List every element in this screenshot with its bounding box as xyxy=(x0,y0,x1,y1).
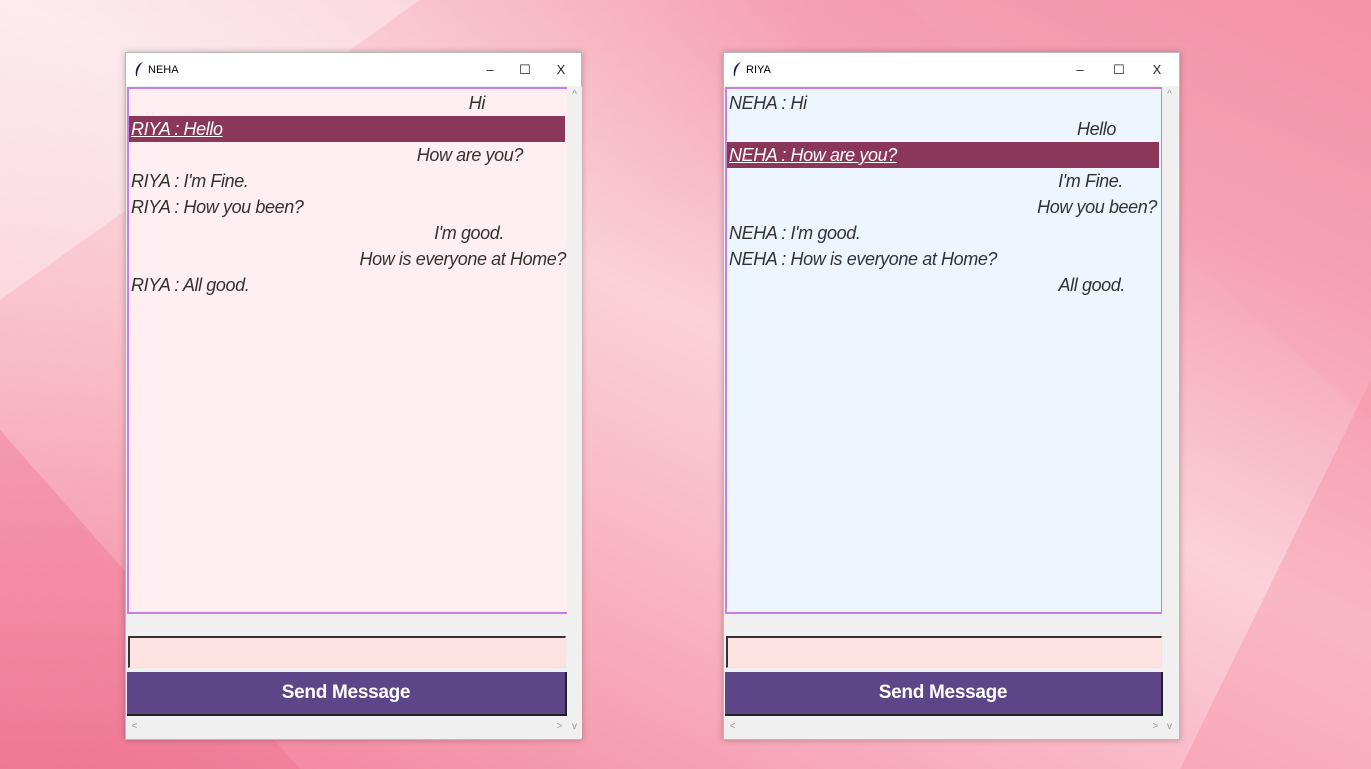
send-message-button[interactable]: Send Message xyxy=(725,672,1163,716)
message-row[interactable]: How you been? xyxy=(727,194,1157,220)
message-row[interactable]: How are you? xyxy=(129,142,524,168)
message-row[interactable]: I'm Fine. xyxy=(727,168,1123,194)
scroll-up-arrow[interactable]: ^ xyxy=(1162,89,1177,100)
chat-window-riya: RIYA – ☐ X NEHA : Hi Hello NEHA : How ar… xyxy=(723,52,1180,740)
title-bar[interactable]: RIYA – ☐ X xyxy=(724,53,1179,86)
message-row[interactable]: RIYA : All good. xyxy=(129,272,250,298)
message-row[interactable]: I'm good. xyxy=(129,220,504,246)
horizontal-scrollbar[interactable]: < > xyxy=(725,720,1163,736)
message-row[interactable]: NEHA : How is everyone at Home? xyxy=(727,246,997,272)
message-input[interactable] xyxy=(726,636,1162,668)
message-row[interactable]: Hi xyxy=(129,90,486,116)
vertical-scrollbar[interactable]: ^ v xyxy=(567,87,582,738)
feather-icon xyxy=(135,62,143,76)
feather-icon xyxy=(733,62,741,76)
message-row[interactable]: Hello xyxy=(727,116,1116,142)
vertical-scrollbar[interactable]: ^ v xyxy=(1162,87,1177,738)
message-row[interactable]: NEHA : I'm good. xyxy=(727,220,861,246)
message-input[interactable] xyxy=(128,636,566,668)
title-bar[interactable]: NEHA – ☐ X xyxy=(126,53,581,86)
minimize-button[interactable]: – xyxy=(472,53,508,86)
scroll-left-arrow[interactable]: < xyxy=(725,721,740,732)
message-row[interactable]: NEHA : How are you? xyxy=(727,142,1159,168)
scroll-up-arrow[interactable]: ^ xyxy=(567,89,582,100)
maximize-button[interactable]: ☐ xyxy=(507,53,543,86)
send-message-button[interactable]: Send Message xyxy=(127,672,567,716)
close-button[interactable]: X xyxy=(1139,53,1175,86)
message-row[interactable]: RIYA : Hello xyxy=(129,116,565,142)
message-row[interactable]: RIYA : How you been? xyxy=(129,194,304,220)
minimize-button[interactable]: – xyxy=(1062,53,1098,86)
scroll-down-arrow[interactable]: v xyxy=(1162,721,1177,732)
message-row[interactable]: NEHA : Hi xyxy=(727,90,807,116)
horizontal-scrollbar[interactable]: < > xyxy=(127,720,567,736)
chat-listbox[interactable]: Hi RIYA : Hello How are you? RIYA : I'm … xyxy=(127,87,569,614)
window-title: RIYA xyxy=(746,64,771,76)
scroll-left-arrow[interactable]: < xyxy=(127,721,142,732)
scroll-right-arrow[interactable]: > xyxy=(552,721,567,732)
window-title: NEHA xyxy=(148,64,179,76)
chat-window-neha: NEHA – ☐ X Hi RIYA : Hello How are you? … xyxy=(125,52,582,740)
scroll-down-arrow[interactable]: v xyxy=(567,721,582,732)
message-row[interactable]: RIYA : I'm Fine. xyxy=(129,168,249,194)
scroll-right-arrow[interactable]: > xyxy=(1148,721,1163,732)
message-row[interactable]: All good. xyxy=(727,272,1126,298)
close-button[interactable]: X xyxy=(543,53,579,86)
chat-listbox[interactable]: NEHA : Hi Hello NEHA : How are you? I'm … xyxy=(725,87,1163,614)
maximize-button[interactable]: ☐ xyxy=(1101,53,1137,86)
message-row[interactable]: How is everyone at Home? xyxy=(129,246,567,272)
